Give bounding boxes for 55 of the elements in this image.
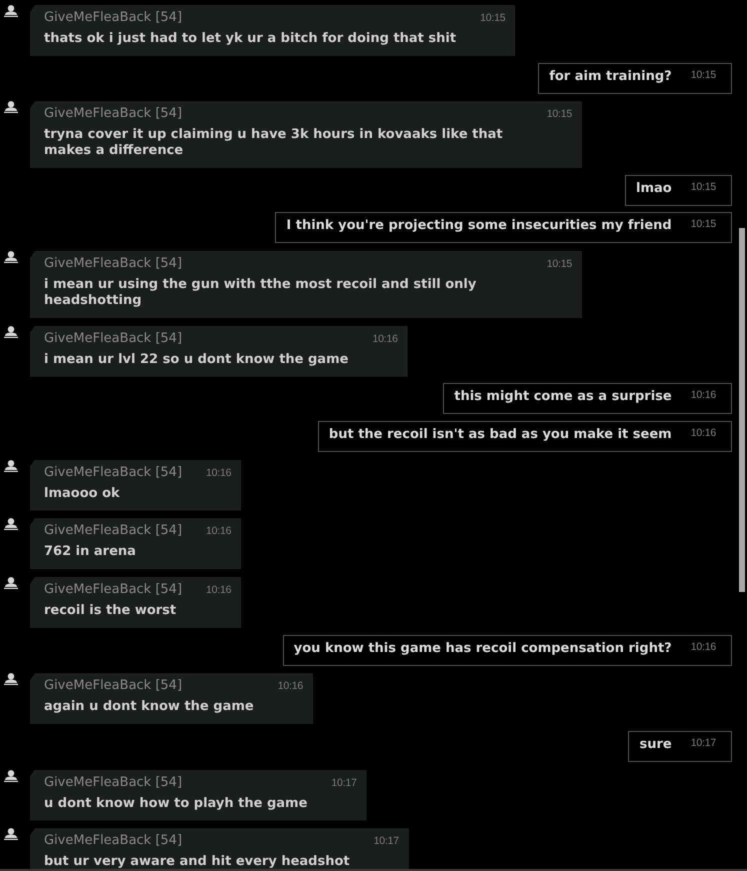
message-time: 10:16 [206,524,232,540]
scrollbar-thumb[interactable] [739,228,745,592]
message-time: 10:15 [546,107,572,122]
message-text: for aim training? [549,68,672,86]
sender-name: GiveMeFleaBack [54] [44,832,182,850]
message-text: i mean ur using the gun with tthe most recoil and still only headshotting [44,277,478,309]
message-time: 10:16 [372,332,398,347]
message-text: you know this game has recoil compensation right? [294,640,672,658]
sender-name: GiveMeFleaBack [54] [44,255,182,273]
person-icon [4,673,18,686]
message-time: 10:15 [480,11,506,26]
message-time: 10:16 [690,388,716,402]
sender-name: GiveMeFleaBack [54] [44,9,182,27]
message-text: lmaooo ok [44,486,120,502]
message-text: again u dont know the game [44,699,254,716]
sender-name: GiveMeFleaBack [54] [44,522,182,540]
message-text: u dont know how to playh the game [44,796,308,812]
message-text: tryna cover it up claiming u have 3k hours in kovaaks like that makes a difference [44,127,504,160]
message-text: sure [639,736,672,754]
message-time: 10:15 [690,217,716,232]
message-text: this might come as a surprise [454,388,672,406]
message-text: lmao [636,180,672,198]
message-text: 762 in arena [44,544,136,560]
message-time: 10:16 [690,640,716,654]
message-time: 10:15 [546,257,572,272]
person-icon [4,518,18,530]
person-icon [4,5,18,17]
sender-name: GiveMeFleaBack [54] [44,330,182,348]
person-icon [4,326,18,338]
sender-name: GiveMeFleaBack [54] [44,581,182,599]
message-time: 10:15 [690,68,716,82]
sender-name: GiveMeFleaBack [54] [44,464,182,482]
message-text: but the recoil isn't as bad as you make it seem [328,426,672,444]
message-time: 10:16 [206,466,232,480]
message-time: 10:16 [690,426,716,440]
person-icon [4,251,18,263]
message-text: I think you're projecting some insecurities my friend [286,217,672,236]
message-text: i mean ur lvl 22 so u dont know the game [44,352,348,368]
person-icon [4,770,18,782]
person-icon [4,460,18,472]
message-time: 10:17 [331,776,357,790]
message-text: recoil is the worst [44,603,176,619]
message-time: 10:16 [278,679,304,694]
sender-name: GiveMeFleaBack [54] [44,105,182,124]
message-time: 10:17 [690,736,716,750]
message-time: 10:15 [690,180,716,194]
person-icon [4,577,18,589]
message-time: 10:17 [374,834,399,850]
person-icon [4,828,18,840]
message-text: thats ok i just had to let yk ur a bitch for doing that shit [44,31,456,47]
message-time: 10:16 [206,583,232,598]
sender-name: GiveMeFleaBack [54] [44,774,182,792]
sender-name: GiveMeFleaBack [54] [44,677,182,696]
person-icon [4,101,18,114]
message-text: but ur very aware and hit every headshot [44,854,350,869]
